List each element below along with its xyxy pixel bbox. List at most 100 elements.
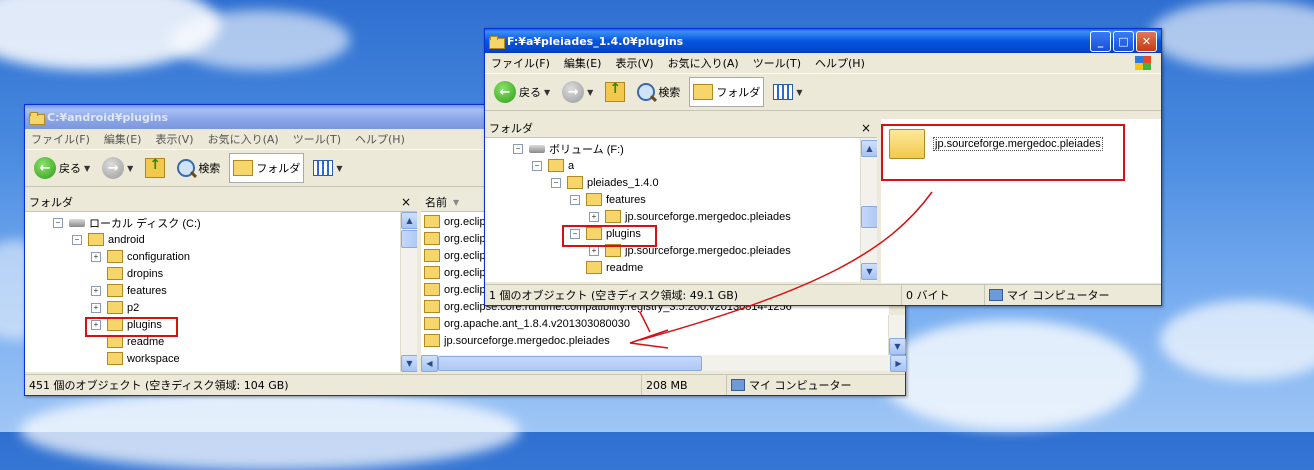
dropdown-arrow-icon: ▼ (336, 163, 343, 173)
minimize-button[interactable]: _ (1090, 30, 1111, 52)
list-item-label: org.eclip (444, 232, 486, 245)
forward-button[interactable]: → ▼ (559, 78, 596, 106)
folder-icon (567, 176, 583, 189)
scroll-up-icon[interactable]: ▲ (401, 212, 417, 229)
collapse-icon[interactable]: − (551, 177, 561, 188)
collapse-icon[interactable]: − (570, 194, 580, 205)
menu-favorites[interactable]: お気に入り(A) (208, 131, 279, 147)
scroll-down-icon[interactable]: ▼ (401, 355, 417, 372)
scroll-thumb[interactable] (401, 230, 417, 248)
tree-item[interactable]: + jp.sourceforge.mergedoc.pleiades (485, 208, 877, 225)
status-size: 208 MB (642, 375, 727, 395)
tree-item[interactable]: − ボリューム (F:) (485, 140, 877, 157)
tree-item[interactable]: readme (25, 333, 417, 350)
views-button[interactable]: ▼ (310, 154, 345, 182)
menu-view[interactable]: 表示(V) (155, 131, 193, 147)
left-status-bar: 451 個のオブジェクト (空きディスク領域: 104 GB) 208 MB マ… (25, 374, 905, 395)
status-object-count: 451 個のオブジェクト (空きディスク領域: 104 GB) (25, 375, 642, 395)
tree-item[interactable]: − ローカル ディスク (C:) (25, 214, 417, 231)
list-item[interactable]: org.apache.ant_1.8.4.v201303080030 (421, 315, 889, 332)
scroll-thumb[interactable] (861, 206, 877, 228)
expand-icon[interactable]: + (91, 251, 101, 262)
horizontal-scroll-thumb[interactable] (438, 356, 702, 371)
tree-item-label: readme (127, 335, 165, 348)
folder-pane-header: フォルダ × (25, 193, 417, 212)
close-button[interactable]: ✕ (1136, 30, 1157, 52)
expand-icon[interactable]: + (589, 245, 599, 256)
menu-file[interactable]: ファイル(F) (491, 55, 550, 71)
tree-item[interactable]: + configuration (25, 248, 417, 265)
tree-item[interactable]: − android (25, 231, 417, 248)
views-icon (773, 84, 794, 100)
scroll-right-icon[interactable]: ▶ (890, 355, 907, 372)
menu-edit[interactable]: 編集(E) (104, 131, 142, 147)
tree-item[interactable]: readme (485, 259, 877, 276)
maximize-button[interactable]: □ (1113, 30, 1134, 52)
right-menu-bar: ファイル(F) 編集(E) 表示(V) お気に入り(A) ツール(T) ヘルプ(… (485, 53, 1161, 74)
back-button[interactable]: ← 戻る ▼ (491, 78, 553, 106)
right-title-bar[interactable]: F:¥a¥pleiades_1.4.0¥plugins _ □ ✕ (485, 29, 1161, 53)
right-window-title: F:¥a¥pleiades_1.4.0¥plugins (507, 34, 684, 48)
folder-pane-header: フォルダ × (485, 119, 877, 138)
close-pane-icon[interactable]: × (401, 195, 411, 209)
tree-item[interactable]: workspace (25, 350, 417, 367)
scroll-down-icon[interactable]: ▼ (889, 338, 906, 355)
collapse-icon[interactable]: − (532, 160, 542, 171)
collapse-icon[interactable]: − (53, 217, 63, 228)
back-button[interactable]: ← 戻る ▼ (31, 154, 93, 182)
vertical-scrollbar[interactable]: ▲ ▼ (860, 138, 877, 282)
search-label: 検索 (658, 86, 681, 99)
folder-icon (107, 267, 123, 280)
menu-file[interactable]: ファイル(F) (31, 131, 90, 147)
tree-item[interactable]: + plugins (25, 316, 417, 333)
my-computer-icon (989, 289, 1003, 301)
folders-button[interactable]: フォルダ (229, 153, 305, 183)
tree-item[interactable]: + jp.sourceforge.mergedoc.pleiades (485, 242, 877, 259)
menu-help[interactable]: ヘルプ(H) (815, 55, 865, 71)
expand-icon[interactable]: + (91, 302, 101, 313)
scroll-down-icon[interactable]: ▼ (861, 263, 877, 280)
scroll-left-icon[interactable]: ◀ (421, 355, 438, 372)
search-button[interactable]: 検索 (634, 78, 683, 106)
collapse-icon[interactable]: − (513, 143, 523, 154)
menu-favorites[interactable]: お気に入り(A) (668, 55, 739, 71)
tree-item-label: jp.sourceforge.mergedoc.pleiades (625, 210, 791, 223)
up-folder-icon (605, 81, 626, 102)
menu-tools[interactable]: ツール(T) (753, 55, 801, 71)
tree-item[interactable]: dropins (25, 265, 417, 282)
horizontal-scrollbar[interactable]: ◀ ▶ (421, 355, 907, 372)
up-button[interactable] (602, 78, 628, 106)
search-icon (177, 159, 196, 177)
close-pane-icon[interactable]: × (861, 121, 871, 135)
list-item[interactable]: jp.sourceforge.mergedoc.pleiades (421, 332, 889, 349)
scroll-up-icon[interactable]: ▲ (861, 140, 877, 157)
folder-icon (424, 215, 440, 228)
tree-item[interactable]: + p2 (25, 299, 417, 316)
folder-icon (88, 233, 104, 246)
menu-view[interactable]: 表示(V) (615, 55, 653, 71)
tree-item[interactable]: − pleiades_1.4.0 (485, 174, 877, 191)
up-button[interactable] (142, 154, 168, 182)
search-button[interactable]: 検索 (174, 154, 223, 182)
tree-item[interactable]: − a (485, 157, 877, 174)
tree-item-label: workspace (127, 352, 180, 365)
name-column-header[interactable]: 名前 (425, 194, 447, 210)
vertical-scrollbar[interactable]: ▲ ▼ (400, 212, 417, 372)
views-button[interactable]: ▼ (770, 78, 805, 106)
tree-item[interactable]: + features (25, 282, 417, 299)
sort-arrow-icon: ▼ (453, 197, 460, 207)
menu-help[interactable]: ヘルプ(H) (355, 131, 405, 147)
forward-button[interactable]: → ▼ (99, 154, 136, 182)
folder-pane-title: フォルダ (489, 122, 533, 135)
menu-edit[interactable]: 編集(E) (564, 55, 602, 71)
list-vertical-scrollbar[interactable]: ▼ (888, 315, 906, 355)
expand-icon[interactable]: + (589, 211, 599, 222)
list-item-label: jp.sourceforge.mergedoc.pleiades (444, 334, 610, 347)
tree-item-label: ローカル ディスク (C:) (89, 217, 201, 230)
collapse-icon[interactable]: − (72, 234, 82, 245)
expand-icon[interactable]: + (91, 285, 101, 296)
tree-item[interactable]: − features (485, 191, 877, 208)
folders-button[interactable]: フォルダ (689, 77, 765, 107)
menu-tools[interactable]: ツール(T) (293, 131, 341, 147)
tree-item[interactable]: − plugins (485, 225, 877, 242)
